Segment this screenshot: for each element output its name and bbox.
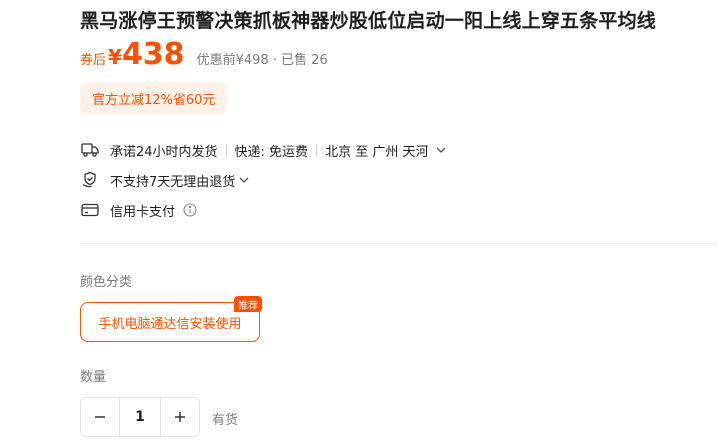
payment-method: 信用卡支付 (110, 204, 176, 220)
coupon-price: 438 (121, 37, 185, 72)
promotion-badge[interactable]: 官方立减12%省60元 (80, 82, 228, 114)
quantity-input[interactable]: 1 (119, 398, 161, 436)
chevron-down-icon[interactable] (436, 147, 446, 153)
express-fee: 快递: 免运费 (234, 144, 309, 160)
stock-status: 有货 (212, 413, 239, 428)
divider (316, 144, 318, 156)
shipping-route[interactable]: 北京 至 广州 天河 (325, 141, 428, 160)
quantity-label: 数量 (80, 370, 107, 385)
currency-symbol: ¥ (108, 45, 122, 69)
increase-button[interactable] (161, 398, 199, 436)
original-price-and-sales: 优惠前¥498 · 已售 26 (196, 53, 328, 68)
recommend-badge: 推荐 (234, 296, 262, 312)
sku-option[interactable]: 手机电脑通达信安装使用 (80, 302, 260, 342)
shipping-info-row: 承诺24小时内发货 快递: 免运费 北京 至 广州 天河 (80, 139, 446, 161)
shield-hand-icon (80, 171, 100, 189)
shipping-promise: 承诺24小时内发货 (110, 144, 218, 160)
price-row: 券后 ¥ 438 优惠前¥498 · 已售 26 (80, 40, 328, 76)
payment-row: 信用卡支付 (80, 199, 197, 221)
chevron-down-icon[interactable] (239, 177, 249, 183)
coupon-price-label: 券后 (80, 53, 107, 68)
return-policy-row[interactable]: 不支持7天无理由退货 (80, 169, 249, 191)
credit-card-icon (80, 201, 100, 219)
decrease-button[interactable] (81, 398, 119, 436)
sku-label: 颜色分类 (80, 275, 133, 290)
quantity-stepper: 1 (80, 397, 200, 437)
return-policy-text: 不支持7天无理由退货 (110, 174, 236, 190)
info-icon[interactable] (183, 203, 197, 217)
section-divider (80, 243, 717, 244)
divider (225, 144, 227, 156)
truck-icon (80, 141, 100, 159)
product-title: 黑马涨停王预警决策抓板神器炒股低位启动一阳上线上穿五条平均线 (80, 10, 657, 32)
